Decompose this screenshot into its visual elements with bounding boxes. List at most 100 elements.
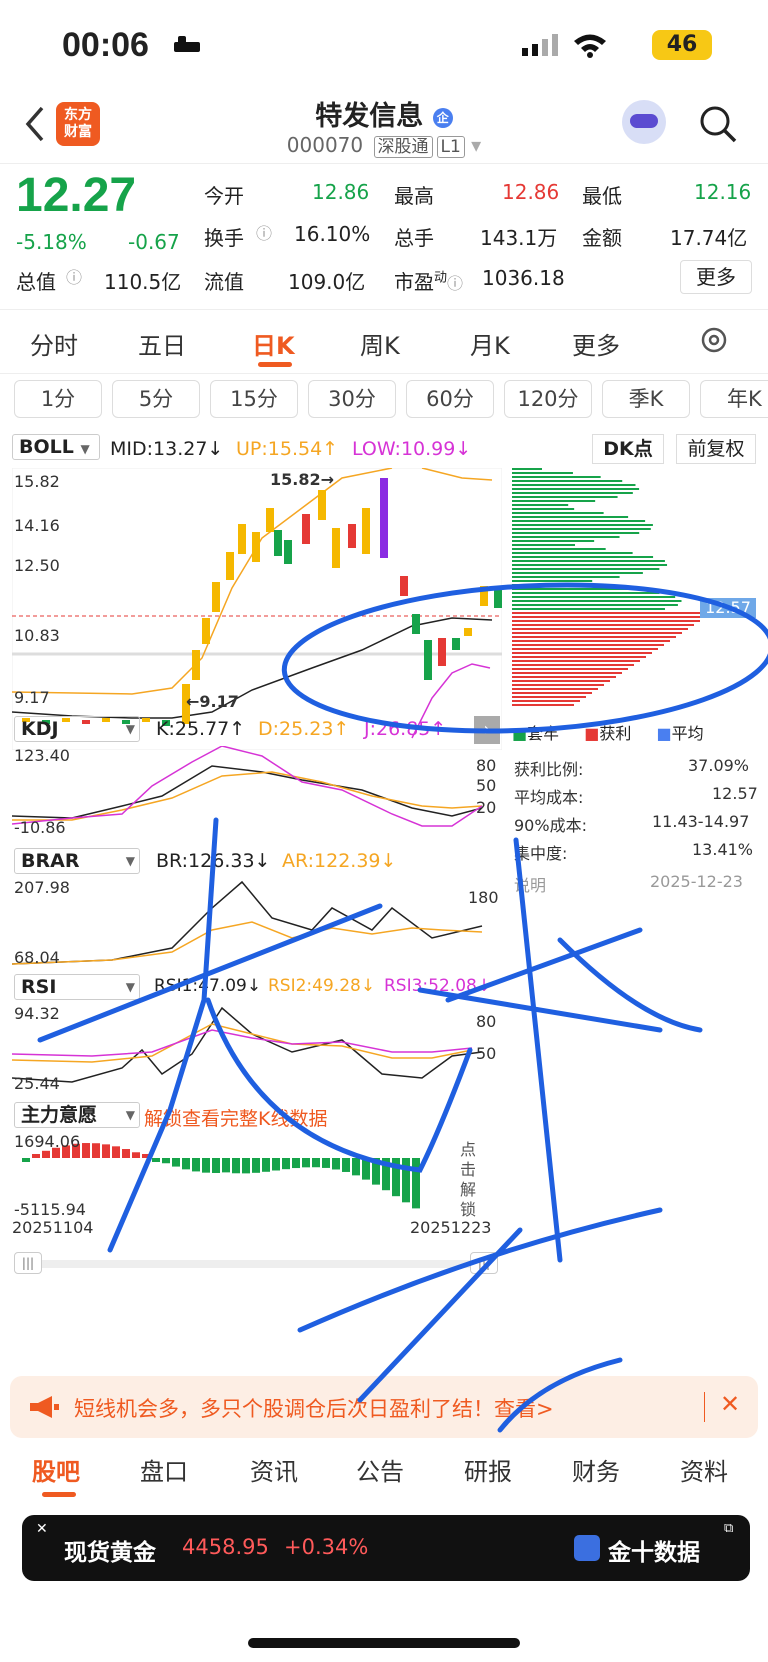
amount-value: 17.74亿	[670, 226, 748, 250]
expand-icon[interactable]: ⧉	[724, 1521, 733, 1536]
gold-ticker[interactable]: ✕ 现货黄金 4458.95 +0.34% 金十数据 ⧉	[22, 1515, 750, 1581]
last-price: 12.27	[16, 169, 137, 222]
brar-selector[interactable]: BRAR ▼	[14, 848, 140, 874]
tab-daily-k[interactable]: 日K	[252, 326, 295, 361]
chip-bar	[512, 656, 646, 658]
tab-30min[interactable]: 30分	[308, 380, 396, 418]
chart-scrollbar[interactable]	[14, 1260, 498, 1268]
gold-close-icon[interactable]: ✕	[36, 1521, 48, 1537]
candle	[412, 614, 420, 634]
kdj-ref-20: 20	[476, 798, 497, 817]
chip-bar	[512, 524, 653, 526]
tab-profile[interactable]: 资料	[680, 1452, 728, 1487]
chip-bar	[512, 552, 633, 554]
power-name: 主力意愿	[21, 1104, 98, 1126]
power-bar	[282, 1158, 290, 1170]
cost90-value: 11.43-14.97	[652, 812, 750, 831]
rsi-selector[interactable]: RSI ▼	[14, 974, 140, 1000]
tab-monthly-k[interactable]: 月K	[470, 326, 510, 361]
turnover-info-icon[interactable]: ⓘ	[256, 220, 272, 244]
tab-15min[interactable]: 15分	[210, 380, 298, 418]
chip-legend: ■套牢 ■获利 ■平均	[512, 720, 704, 744]
power-dropdown-icon: ▼	[125, 1108, 135, 1122]
promo-banner[interactable]: 短线机会多，多只个股调仓后次日盈利了结！查看> ✕	[10, 1376, 758, 1438]
chip-bar	[512, 600, 682, 602]
chip-bar	[512, 620, 700, 622]
chip-bar	[512, 584, 608, 586]
boll-selector[interactable]: BOLL ▼	[12, 434, 100, 460]
tab-research[interactable]: 研报	[464, 1452, 512, 1487]
brar-br: BR:126.33↓	[156, 850, 271, 872]
more-button[interactable]: 更多	[680, 260, 752, 294]
tab-finance[interactable]: 财务	[572, 1452, 620, 1487]
chip-bar	[512, 468, 542, 470]
chip-bar	[512, 544, 576, 546]
candle	[464, 628, 472, 636]
power-bar	[102, 1144, 110, 1158]
info-icon[interactable]: ⓘ	[66, 264, 82, 288]
chip-bar	[512, 572, 643, 574]
kdj-d: D:25.23↑	[258, 718, 350, 740]
unlock-side-button[interactable]: 点击解锁	[460, 1140, 484, 1220]
adjust-button[interactable]: 前复权	[676, 434, 756, 464]
power-bar	[212, 1158, 220, 1173]
tab-intraday[interactable]: 分时	[30, 326, 78, 361]
chip-bar	[512, 628, 688, 630]
close-icon[interactable]: ✕	[720, 1390, 740, 1418]
brar-name: BRAR	[21, 850, 80, 872]
tab-1min[interactable]: 1分	[14, 380, 102, 418]
tab-announcements[interactable]: 公告	[356, 1452, 404, 1487]
brar-ref-180: 180	[468, 888, 499, 907]
concentration-value: 13.41%	[692, 840, 754, 859]
power-bar	[162, 1158, 170, 1164]
chip-bar	[512, 680, 610, 682]
kline-chart[interactable]	[12, 468, 502, 750]
power-bar	[402, 1158, 410, 1203]
promo-text[interactable]: 短线机会多，多只个股调仓后次日盈利了结！查看>	[74, 1393, 554, 1423]
scroll-handle-left[interactable]: |||	[14, 1252, 42, 1274]
candle	[362, 508, 370, 554]
power-bar	[182, 1158, 190, 1170]
tab-120min[interactable]: 120分	[504, 380, 592, 418]
chip-bar	[512, 504, 569, 506]
cost90-label: 90%成本:	[514, 816, 587, 835]
tab-pankou[interactable]: 盘口	[140, 1452, 188, 1487]
pe-info-icon[interactable]: ⓘ	[447, 274, 463, 293]
power-selector[interactable]: 主力意愿 ▼	[14, 1102, 140, 1128]
quote-panel: 12.27 -5.18% -0.67 总值 ⓘ 110.5亿 今开 12.86 …	[0, 164, 768, 310]
chip-bar	[512, 588, 636, 590]
power-bar	[372, 1158, 380, 1185]
scroll-handle-right[interactable]: |||	[470, 1252, 498, 1274]
chip-bar	[512, 660, 640, 662]
tab-quarter-k[interactable]: 季K	[602, 380, 690, 418]
tab-more[interactable]: 更多	[572, 326, 620, 361]
tab-60min[interactable]: 60分	[406, 380, 494, 418]
tab-year-k[interactable]: 年K	[700, 380, 768, 418]
tab-five-day[interactable]: 五日	[138, 326, 186, 361]
chip-bar	[512, 500, 596, 502]
chip-bar	[512, 520, 646, 522]
unlock-link[interactable]: 解锁查看完整K线数据	[144, 1104, 327, 1131]
rsi-chart	[12, 1006, 483, 1083]
jin10-logo-icon	[574, 1535, 600, 1561]
tab-guba[interactable]: 股吧	[32, 1452, 80, 1487]
expand-indicators-button[interactable]: ›	[474, 716, 500, 744]
chip-note-link[interactable]: 说明	[514, 872, 546, 896]
home-indicator	[248, 1638, 520, 1648]
tab-news[interactable]: 资讯	[250, 1452, 298, 1487]
date-start: 20251104	[12, 1218, 94, 1237]
amount-label: 金额	[582, 226, 622, 250]
power-bar	[232, 1158, 240, 1174]
chip-bar	[512, 648, 658, 650]
chip-bar	[512, 496, 618, 498]
search-icon[interactable]	[698, 104, 738, 144]
dropdown-icon[interactable]: ▾	[471, 133, 481, 157]
kdj-selector[interactable]: KDJ ▼	[14, 716, 140, 742]
dk-point-button[interactable]: DK点	[592, 434, 664, 464]
candles	[22, 478, 502, 726]
settings-icon[interactable]	[698, 324, 730, 356]
tab-5min[interactable]: 5分	[112, 380, 200, 418]
power-bar	[332, 1158, 340, 1170]
assistant-avatar[interactable]	[622, 100, 666, 144]
tab-weekly-k[interactable]: 周K	[360, 326, 400, 361]
